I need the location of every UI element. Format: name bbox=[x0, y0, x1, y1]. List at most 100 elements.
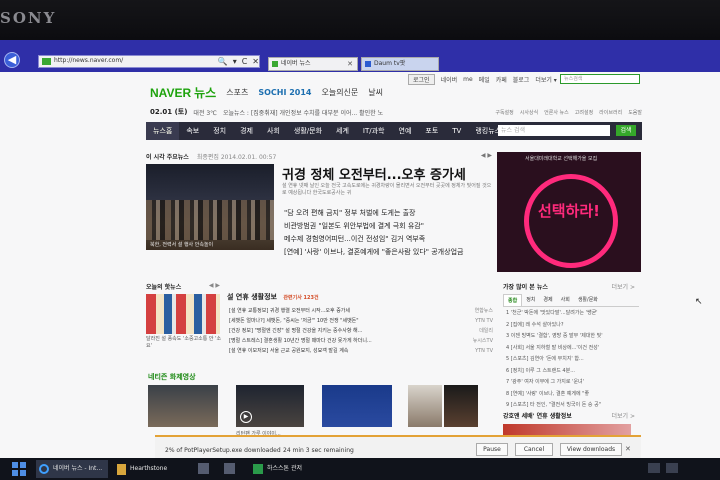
info-link[interactable]: 도움말 bbox=[628, 109, 642, 116]
paging-controls[interactable]: ◀ ▶ bbox=[481, 152, 492, 161]
top-link[interactable]: me bbox=[463, 76, 473, 83]
topic-tag[interactable]: 관련기사 123건 bbox=[283, 295, 318, 301]
taskbar-ie-button[interactable]: 네이버 뉴스 - Int... bbox=[36, 460, 108, 478]
keyboard-icon[interactable] bbox=[648, 463, 660, 473]
info-link[interactable]: 라이브러리 bbox=[599, 109, 622, 116]
tab-all[interactable]: 종합 bbox=[503, 294, 523, 306]
tab-society[interactable]: 사회 bbox=[557, 294, 574, 306]
hot-paging-controls[interactable]: ◀ ▶ bbox=[209, 282, 220, 291]
sub-link[interactable]: 스포츠 bbox=[226, 87, 248, 98]
play-icon[interactable]: ▶ bbox=[240, 411, 252, 423]
photo-caption[interactable]: 북한, 전력서 설 행사 안속놀이 bbox=[150, 241, 213, 248]
top-link[interactable]: 카페 bbox=[496, 75, 507, 84]
tab-politics[interactable]: 정치 bbox=[522, 294, 539, 306]
stop-icon[interactable]: ✕ bbox=[252, 55, 259, 68]
item-text[interactable]: [설 연휴 교통정보] 귀경 행렬 오전부터 시작...오후 증가세 bbox=[229, 306, 350, 316]
main-headline[interactable]: 귀경 정체 오전부터...오후 증가세 bbox=[282, 164, 466, 183]
login-button[interactable]: 로그인 bbox=[408, 74, 435, 85]
list-item[interactable]: [세뱃돈 얼마나?] 세뱃돈, "중씨는 '저금'" 10만 전쟁 "세뱃돈" Y… bbox=[229, 316, 493, 326]
list-item[interactable]: 6 [정치] 이루 그 스트랜드 4분... bbox=[506, 366, 638, 378]
pause-button[interactable]: Pause bbox=[476, 443, 508, 456]
top-link[interactable]: 네이버 bbox=[441, 75, 458, 84]
ranking-more-link[interactable]: 더보기 > bbox=[612, 282, 636, 291]
list-item[interactable]: 9 [스포츠] 타 전인, "결전서 빙국이 돈 승 공" bbox=[506, 400, 638, 412]
item-text[interactable]: [명절 스트레스] 결혼생활 10년간 명절 때마다 건강 못가게 하더니... bbox=[229, 336, 372, 346]
tab-economy[interactable]: 경제 bbox=[539, 294, 556, 306]
sub-headline[interactable]: 메수제 경험영어피턴...이건 전성임" 김거 역부족 bbox=[284, 233, 463, 246]
news-logo[interactable]: 뉴스 bbox=[194, 84, 216, 101]
sub-headline[interactable]: [연예] '사랑' 이브나, 결혼예게에 "좋은사람 있다" 공개상업금 bbox=[284, 246, 463, 259]
search-icon[interactable]: 🔍 bbox=[218, 55, 228, 68]
video-thumbnail[interactable] bbox=[408, 385, 442, 427]
app-icon[interactable] bbox=[224, 463, 235, 474]
top-link[interactable]: 블로그 bbox=[513, 75, 530, 84]
dropdown-icon[interactable]: ▾ bbox=[233, 55, 237, 68]
video-thumbnail[interactable] bbox=[444, 385, 478, 427]
item-text[interactable]: [설 연휴 이모저모] 서울 근교 공원묘지, 성묘객 발길 계속 bbox=[229, 346, 348, 356]
list-item[interactable]: 1 '천군' 박돈에 '맛있다말'...달려가는 '쌩굳' bbox=[506, 308, 638, 320]
nav-item[interactable]: 경제 bbox=[233, 122, 260, 140]
nav-item[interactable]: 정치 bbox=[206, 122, 233, 140]
list-item[interactable]: 8 [연예] '사랑' 이브나, 결혼 예게에 "좋 bbox=[506, 389, 638, 401]
nav-item[interactable]: 사회 bbox=[260, 122, 287, 140]
view-downloads-button[interactable]: View downloads bbox=[560, 443, 622, 456]
back-button[interactable]: ◀ bbox=[4, 52, 20, 68]
sub-link[interactable]: 날씨 bbox=[368, 87, 383, 98]
info-link[interactable]: 구독설정 bbox=[495, 109, 513, 116]
naver-logo[interactable]: NAVER bbox=[150, 86, 191, 100]
taskbar-hearthstone-button[interactable]: Hearthstone bbox=[114, 460, 180, 478]
list-item[interactable]: 5 [스포츠] 김연아 '돈에 부치지' 합... bbox=[506, 354, 638, 366]
video-section-title[interactable]: 네티즌 화제영상 bbox=[148, 372, 196, 382]
tab-life[interactable]: 생활/문화 bbox=[574, 294, 602, 306]
list-item[interactable]: 2 [집에] 레 수석 살아있나? bbox=[506, 320, 638, 332]
nav-item[interactable]: 포토 bbox=[418, 122, 445, 140]
sochi-link[interactable]: SOCHI 2014 bbox=[258, 88, 311, 97]
main-news-photo[interactable]: 북한, 전력서 설 행사 안속놀이 bbox=[146, 164, 274, 250]
cancel-button[interactable]: Cancel bbox=[515, 443, 553, 456]
network-icon[interactable] bbox=[666, 463, 678, 473]
top-link[interactable]: 더보기 ▾ bbox=[535, 75, 556, 84]
nav-item[interactable]: 속보 bbox=[179, 122, 206, 140]
sub-link[interactable]: 오늘의신문 bbox=[321, 87, 358, 98]
topic-title[interactable]: 설 연휴 생활정보 bbox=[227, 293, 277, 301]
item-text[interactable]: [세뱃돈 얼마나?] 세뱃돈, "중씨는 '저금'" 10만 전쟁 "세뱃돈" bbox=[229, 316, 359, 326]
info-link[interactable]: 언론사 뉴스 bbox=[544, 109, 569, 116]
nav-item[interactable]: TV bbox=[445, 122, 468, 140]
life-info-more-link[interactable]: 더보기 > bbox=[612, 411, 636, 420]
search-button[interactable]: 검색 bbox=[616, 125, 636, 136]
list-item[interactable]: 7 '광주' 여자 이부에 그 가지로 '운녀' bbox=[506, 377, 638, 389]
close-tab-icon[interactable]: ✕ bbox=[347, 58, 353, 70]
list-item[interactable]: [명절 스트레스] 결혼생활 10년간 명절 때마다 건강 못가게 하더니...… bbox=[229, 336, 493, 346]
list-item[interactable]: [설 연휴 이모저모] 서울 근교 공원묘지, 성묘객 발길 계속 YTN TV bbox=[229, 346, 493, 356]
ticker-text[interactable]: 오늘뉴스 : [집중취재] 개인정보 수치를 대부분 이어... 활인한 노 bbox=[223, 108, 383, 117]
refresh-icon[interactable]: C bbox=[242, 55, 248, 68]
nav-item[interactable]: IT/과학 bbox=[356, 122, 392, 140]
tab-naver-news[interactable]: 네이버 뉴스 ✕ bbox=[268, 57, 358, 71]
app-icon[interactable] bbox=[198, 463, 209, 474]
taskbar-app-button[interactable]: 하스스톤 관저 bbox=[250, 460, 314, 478]
list-item[interactable]: [설 연휴 교통정보] 귀경 행렬 오전부터 시작...오후 증가세 연합뉴스 bbox=[229, 306, 493, 316]
ad-banner[interactable]: 서울대미래대학교 선택해가을 모집 선택하라! bbox=[497, 152, 641, 272]
close-icon[interactable]: ✕ bbox=[625, 445, 631, 453]
video-thumbnail[interactable]: ▶ bbox=[236, 385, 304, 427]
nav-item[interactable]: 생활/문화 bbox=[287, 122, 329, 140]
tab-daum-tv[interactable]: Daum tv팟 bbox=[361, 57, 439, 71]
nav-item[interactable]: 연예 bbox=[392, 122, 419, 140]
sub-headline[interactable]: "담 오려 편해 금지" 정부 처벌에 도게는 출장 bbox=[284, 207, 463, 220]
hot-news-thumbnail[interactable] bbox=[146, 294, 220, 334]
news-search-input[interactable]: 뉴스 검색 bbox=[498, 125, 610, 136]
nav-item[interactable]: 세계 bbox=[329, 122, 356, 140]
info-link[interactable]: 고려설정 bbox=[575, 109, 593, 116]
list-item[interactable]: 3 이젠 빙벽도 '결합', 영방 중 발부 '제대한 빚' bbox=[506, 331, 638, 343]
top-link[interactable]: 메일 bbox=[479, 75, 490, 84]
video-thumbnail[interactable] bbox=[322, 385, 392, 427]
top-search-input[interactable]: 뉴스검색 bbox=[560, 74, 640, 84]
item-text[interactable]: [건강 정보] "명절엔 긴장" 설 명절 건강을 지키는 중수사항 해... bbox=[229, 326, 362, 336]
list-item[interactable]: [건강 정보] "명절엔 긴장" 설 명절 건강을 지키는 중수사항 해... 데… bbox=[229, 326, 493, 336]
info-link[interactable]: 시사상식 bbox=[520, 109, 538, 116]
nav-item-home[interactable]: 뉴스홈 bbox=[146, 122, 180, 140]
hot-news-caption[interactable]: 달라진 설 풍속도 '소중고소통 안 '소요' bbox=[146, 336, 222, 350]
list-item[interactable]: 4 [사회] 서울 지하철 발 비상에...'이건 전성' bbox=[506, 343, 638, 355]
sub-headline[interactable]: 비관방범권 "일본도 위안부법에 결계 극회 유감" bbox=[284, 220, 463, 233]
windows-start-icon[interactable] bbox=[12, 462, 26, 476]
